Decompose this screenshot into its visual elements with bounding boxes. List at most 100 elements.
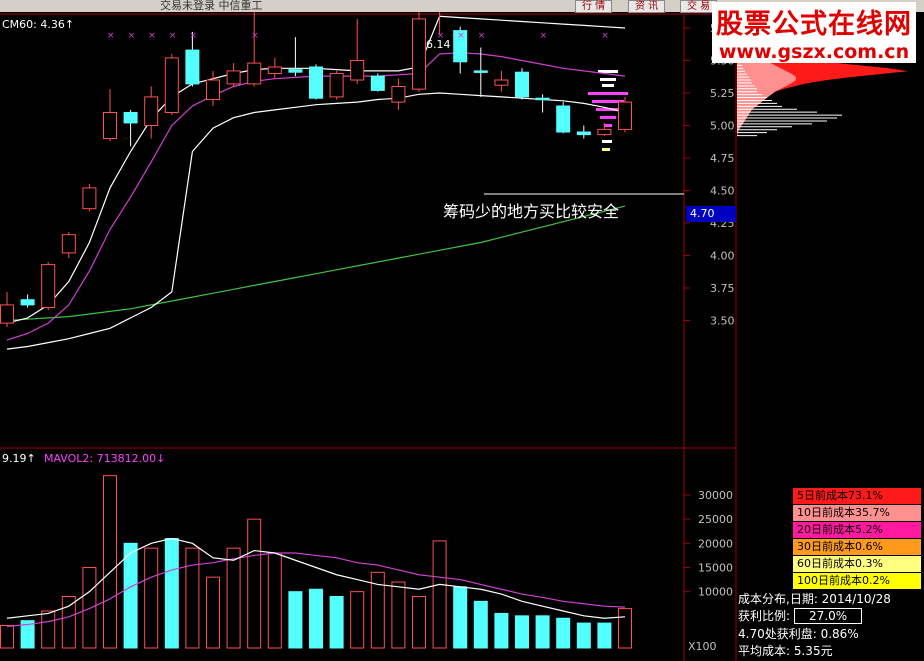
candle-body: [41, 264, 56, 309]
candle-body: [556, 105, 571, 133]
volume-bar: [41, 610, 56, 649]
volume-bar: [144, 547, 159, 649]
price-tick-label: 5.25: [710, 87, 735, 100]
chip-overlay-line: [602, 140, 612, 143]
candle-body: [20, 299, 35, 306]
chip-overlay-line: [600, 78, 616, 81]
vol-tick-label: 10000: [698, 586, 733, 599]
limit-marker: ×: [128, 31, 136, 41]
candle-body: [82, 187, 97, 210]
candle-body: [226, 70, 241, 85]
volume-bar: [206, 576, 220, 649]
watermark-logo: 股票公式在线网 www.gszx.com.cn: [712, 2, 916, 63]
annotation-text: 筹码少的地方买比较安全: [443, 202, 620, 221]
profit-value: 27.0%: [794, 608, 863, 624]
volume-bar: [576, 622, 591, 649]
candle-body: [103, 112, 117, 139]
candle-body: [329, 73, 344, 98]
chip-legend-item: 30日前成本0.6%: [793, 539, 921, 555]
volume-bar: [61, 596, 76, 649]
volume-bar: [515, 615, 529, 649]
candle-body: [185, 49, 200, 85]
mavol2-label: MAVOL2: 713812.00↓: [44, 452, 166, 465]
candle-body: [597, 128, 612, 136]
volume-bar: [288, 591, 303, 649]
volume-bar: [226, 547, 241, 649]
chip-legend-item: 5日前成本73.1%: [793, 488, 921, 504]
chip-legend-item: 20日前成本5.2%: [793, 522, 921, 538]
volume-bar: [494, 612, 509, 649]
chip-avg-cost: 平均成本: 5.35元: [738, 644, 833, 658]
candle-body: [123, 112, 138, 124]
candle-body: [535, 97, 550, 101]
limit-marker: ×: [189, 31, 197, 41]
chip-legend-item: 10日前成本35.7%: [793, 505, 921, 521]
chip-legend-item: 100日前成本0.2%: [793, 573, 921, 589]
limit-marker: ×: [169, 31, 177, 41]
candle-body: [309, 66, 323, 99]
candle-body: [473, 70, 488, 73]
chip-overlay-line: [602, 148, 610, 151]
volume-bar: [535, 615, 550, 649]
price-tick-label: 3.50: [710, 315, 735, 328]
window-title: 交易未登录 中信重工: [160, 0, 263, 12]
volume-bar: [350, 591, 365, 649]
chip-overlay-line: [600, 116, 616, 119]
candle-body: [412, 18, 426, 90]
price-tick-label: 4.75: [710, 152, 735, 165]
price-tick-label: 4.50: [710, 185, 735, 198]
candle-body: [61, 234, 76, 254]
chip-profit-row: 获利比例: 27.0%: [738, 607, 863, 624]
vol-prefix: 9.19↑: [2, 452, 36, 465]
limit-marker: ×: [148, 31, 156, 41]
watermark-title: 股票公式在线网: [712, 2, 916, 41]
volume-bar: [432, 540, 447, 649]
ma-green-line: [6, 205, 626, 322]
vol-tick-label: 30000: [698, 489, 733, 502]
volume-bar: [0, 625, 14, 649]
vol-tick-label: 20000: [698, 537, 733, 550]
candle-body: [515, 71, 529, 98]
candle-body: [206, 79, 220, 100]
chip-overlay-line: [604, 124, 612, 127]
candle-body: [391, 86, 406, 103]
cm60-label: CM60: 4.36↑: [2, 18, 75, 31]
candle-body: [267, 66, 282, 74]
chip-info-title: 成本分布,日期: 2014/10/28: [738, 592, 891, 606]
candle-body: [0, 304, 14, 324]
volume-bar: [473, 600, 488, 649]
limit-marker: ×: [251, 31, 259, 41]
price-tick-label: 3.75: [710, 282, 735, 295]
candle-body: [164, 57, 179, 113]
volume-bar: [123, 542, 138, 649]
news-button[interactable]: 资 讯: [628, 0, 666, 13]
chip-overlay-line: [588, 92, 628, 95]
candle-body: [288, 69, 303, 73]
limit-marker: ×: [601, 31, 609, 41]
vol-tick-label: 25000: [698, 513, 733, 526]
chip-profit-at: 4.70处获利盘: 0.86%: [738, 627, 859, 641]
vol-tick-label: 15000: [698, 562, 733, 575]
volume-bar: [164, 538, 179, 649]
limit-marker: ×: [107, 31, 115, 41]
candle-body: [247, 62, 262, 85]
price-tick-label: 4.00: [710, 250, 735, 263]
watermark-url: www.gszx.com.cn: [712, 41, 916, 63]
profit-label: 获利比例:: [738, 609, 791, 623]
volume-bar: [618, 608, 632, 649]
volume-bar: [412, 596, 426, 649]
volume-bar: [103, 475, 117, 649]
quote-button[interactable]: 行 情: [575, 0, 613, 13]
volume-bar: [391, 581, 406, 649]
volume-bar: [597, 622, 612, 649]
candle-body: [618, 101, 632, 130]
candle-body: [370, 75, 385, 91]
candle-body: [576, 131, 591, 136]
high-price-label: 6.14: [426, 38, 451, 51]
volume-bar: [247, 518, 262, 649]
volume-bar: [185, 547, 200, 649]
volume-bar: [82, 567, 97, 649]
candle-body: [494, 79, 509, 86]
chip-legend-item: 60日前成本0.3%: [793, 556, 921, 572]
price-tick-label: 5.00: [710, 120, 735, 133]
